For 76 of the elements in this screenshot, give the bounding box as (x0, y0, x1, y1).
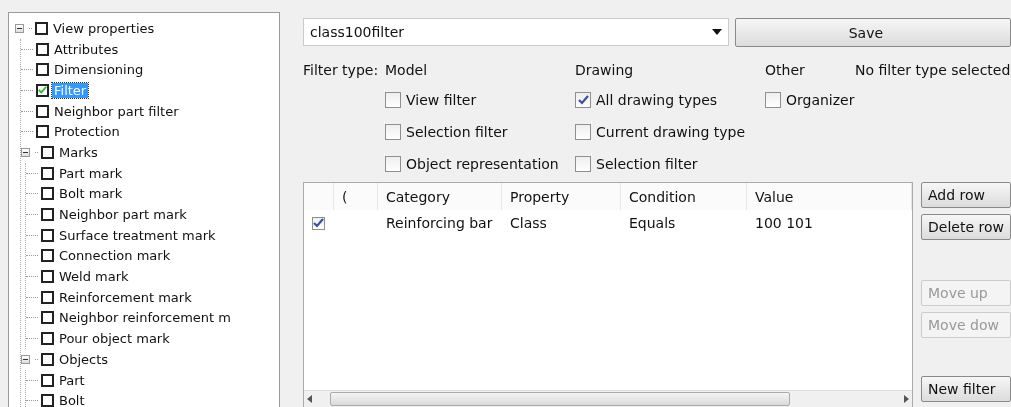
collapse-icon[interactable] (21, 147, 30, 157)
save-button[interactable]: Save (734, 18, 1011, 47)
tree-checkbox[interactable] (41, 145, 54, 159)
tree-checkbox[interactable] (41, 270, 54, 284)
tree-checkbox[interactable] (36, 63, 49, 77)
tree-item[interactable]: Part (57, 372, 87, 388)
tree-checkbox[interactable] (41, 352, 54, 366)
tree-checkbox[interactable] (41, 311, 54, 325)
dropdown-arrow-icon (711, 29, 722, 35)
row-checkbox[interactable] (312, 216, 325, 230)
tree-checkbox[interactable] (36, 125, 49, 139)
tree-checkbox[interactable] (41, 166, 54, 180)
filter-group-title: Other (765, 62, 806, 78)
tree-checkbox[interactable] (36, 83, 49, 97)
tree-checkbox[interactable] (41, 332, 54, 346)
tree-item[interactable]: Weld mark (57, 269, 131, 285)
collapse-icon[interactable] (15, 23, 24, 33)
table-cell-text: Reinforcing bar (385, 215, 494, 231)
column-header[interactable]: Condition (621, 183, 747, 210)
side-button[interactable]: New filter (921, 376, 1011, 402)
horizontal-scrollbar[interactable] (304, 390, 912, 407)
column-header[interactable]: Category (378, 183, 502, 210)
tree-item[interactable]: Marks (57, 144, 100, 160)
tree-item[interactable]: Dimensioning (52, 62, 146, 78)
checkbox[interactable] (575, 123, 591, 140)
tree-item[interactable]: Objects (57, 351, 111, 367)
filter-type-option[interactable]: Selection filter (575, 153, 765, 174)
tree-checkbox[interactable] (41, 290, 54, 304)
checkbox[interactable] (385, 123, 401, 140)
tree-item[interactable]: Protection (52, 124, 122, 140)
tree-item[interactable]: Part mark (57, 165, 125, 181)
tree-item[interactable]: View properties (51, 20, 157, 36)
table-cell-text: 100 101 (754, 215, 814, 231)
tree-item[interactable]: Connection mark (57, 248, 173, 264)
tree-item[interactable]: Bolt (57, 393, 87, 407)
column-header[interactable]: Property (502, 183, 621, 210)
tree-checkbox[interactable] (41, 228, 54, 242)
checkbox[interactable] (575, 155, 591, 172)
filter-type-option[interactable]: Object representation (385, 153, 575, 174)
tree-item[interactable]: Neighbor reinforcement m (57, 310, 233, 326)
tree-checkbox[interactable] (41, 373, 54, 387)
tree-checkbox[interactable] (41, 208, 54, 222)
side-button[interactable]: Add row (921, 182, 1011, 208)
checkbox[interactable] (575, 91, 591, 108)
filter-type-option[interactable]: View filter (385, 89, 575, 110)
side-button[interactable]: Delete row (921, 214, 1011, 240)
checkbox[interactable] (765, 91, 781, 108)
tree-item[interactable]: Surface treatment mark (57, 227, 218, 243)
table-cell-text: Equals (628, 215, 677, 231)
checkbox[interactable] (385, 91, 401, 108)
tree-item[interactable]: Pour object mark (57, 331, 172, 347)
column-header[interactable]: ( (334, 183, 378, 210)
filter-status-text: No filter type selected (855, 62, 1011, 78)
tree-item[interactable]: Attributes (52, 41, 121, 57)
tree-item[interactable]: Reinforcement mark (57, 289, 194, 305)
tree-checkbox[interactable] (41, 394, 54, 407)
tree-item[interactable]: Neighbor part filter (52, 103, 181, 119)
tree-checkbox[interactable] (36, 42, 49, 56)
filter-type-option[interactable]: Organizer (765, 89, 855, 110)
filter-name-dropdown[interactable]: class100filter (303, 18, 729, 46)
tree-checkbox[interactable] (41, 249, 54, 263)
tree-checkbox[interactable] (41, 187, 54, 201)
filter-group-title: Drawing (575, 62, 635, 78)
checkbox[interactable] (385, 155, 401, 172)
tree-item[interactable]: Neighbor part mark (57, 207, 189, 223)
filter-type-option[interactable]: Current drawing type (575, 121, 765, 142)
column-header[interactable]: Value (747, 183, 912, 210)
tree-item[interactable]: Bolt mark (57, 186, 125, 202)
filter-type-label: Filter type: (303, 62, 380, 78)
filter-type-option[interactable]: All drawing types (575, 89, 765, 110)
filter-type-option[interactable]: Selection filter (385, 121, 575, 142)
table-cell-text: Class (509, 215, 548, 231)
collapse-icon[interactable] (21, 354, 30, 364)
filter-group-title: Model (385, 62, 429, 78)
tree-checkbox[interactable] (35, 21, 48, 35)
tree-checkbox[interactable] (36, 104, 49, 118)
